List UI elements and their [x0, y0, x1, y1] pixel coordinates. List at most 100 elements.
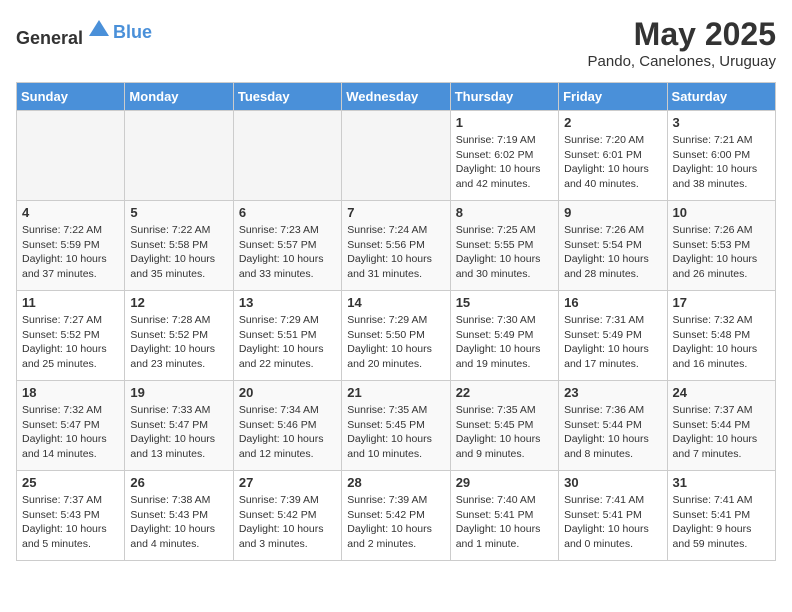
logo-text: General: [16, 16, 113, 49]
calendar-table: SundayMondayTuesdayWednesdayThursdayFrid…: [16, 82, 776, 561]
day-info: Sunrise: 7:39 AMSunset: 5:42 PMDaylight:…: [347, 493, 444, 552]
day-number: 28: [347, 475, 444, 490]
calendar-cell: 18Sunrise: 7:32 AMSunset: 5:47 PMDayligh…: [17, 381, 125, 471]
day-number: 21: [347, 385, 444, 400]
calendar-week-5: 25 Sunrise: 7:37 AMSunset: 5:43 PMDayligh…: [17, 471, 776, 561]
day-info: Sunrise: 7:22 AMSunset: 5:59 PMDaylight:…: [22, 223, 119, 282]
calendar-cell: 2 Sunrise: 7:20 AMSunset: 6:01 PMDaylight…: [559, 111, 667, 201]
logo-general: General: [16, 28, 83, 48]
day-number: 3: [673, 115, 770, 130]
calendar-cell: 10Sunrise: 7:26 AMSunset: 5:53 PMDayligh…: [667, 201, 775, 291]
calendar-week-3: 11Sunrise: 7:27 AMSunset: 5:52 PMDayligh…: [17, 291, 776, 381]
logo: General Blue: [16, 16, 152, 49]
day-number: 25: [22, 475, 119, 490]
day-header-tuesday: Tuesday: [233, 83, 341, 111]
day-number: 8: [456, 205, 553, 220]
calendar-cell: 24 Sunrise: 7:37 AMSunset: 5:44 PMDayligh…: [667, 381, 775, 471]
day-number: 19: [130, 385, 227, 400]
calendar-cell: 16 Sunrise: 7:31 AMSunset: 5:49 PMDayligh…: [559, 291, 667, 381]
calendar-week-1: 1Sunrise: 7:19 AMSunset: 6:02 PMDaylight…: [17, 111, 776, 201]
calendar-cell: [125, 111, 233, 201]
calendar-cell: 28 Sunrise: 7:39 AMSunset: 5:42 PMDayligh…: [342, 471, 450, 561]
calendar-cell: 5 Sunrise: 7:22 AMSunset: 5:58 PMDaylight…: [125, 201, 233, 291]
calendar-cell: 15 Sunrise: 7:30 AMSunset: 5:49 PMDayligh…: [450, 291, 558, 381]
calendar-cell: 7 Sunrise: 7:24 AMSunset: 5:56 PMDaylight…: [342, 201, 450, 291]
day-info: Sunrise: 7:29 AMSunset: 5:51 PMDaylight:…: [239, 313, 336, 372]
calendar-cell: 22 Sunrise: 7:35 AMSunset: 5:45 PMDayligh…: [450, 381, 558, 471]
day-header-monday: Monday: [125, 83, 233, 111]
day-info: Sunrise: 7:28 AMSunset: 5:52 PMDaylight:…: [130, 313, 227, 372]
day-info: Sunrise: 7:35 AMSunset: 5:45 PMDaylight:…: [456, 403, 553, 462]
day-number: 16: [564, 295, 661, 310]
day-number: 23: [564, 385, 661, 400]
day-info: Sunrise: 7:37 AMSunset: 5:44 PMDaylight:…: [673, 403, 770, 462]
calendar-cell: 13 Sunrise: 7:29 AMSunset: 5:51 PMDayligh…: [233, 291, 341, 381]
calendar-cell: 9Sunrise: 7:26 AMSunset: 5:54 PMDaylight…: [559, 201, 667, 291]
day-info: Sunrise: 7:40 AMSunset: 5:41 PMDaylight:…: [456, 493, 553, 552]
logo-blue-text: Blue: [113, 22, 152, 43]
calendar-cell: 1Sunrise: 7:19 AMSunset: 6:02 PMDaylight…: [450, 111, 558, 201]
month-year: May 2025: [588, 16, 776, 53]
day-info: Sunrise: 7:39 AMSunset: 5:42 PMDaylight:…: [239, 493, 336, 552]
calendar-cell: 12Sunrise: 7:28 AMSunset: 5:52 PMDayligh…: [125, 291, 233, 381]
day-number: 24: [673, 385, 770, 400]
day-number: 17: [673, 295, 770, 310]
calendar-cell: 27 Sunrise: 7:39 AMSunset: 5:42 PMDayligh…: [233, 471, 341, 561]
day-number: 5: [130, 205, 227, 220]
day-number: 7: [347, 205, 444, 220]
calendar-cell: 20 Sunrise: 7:34 AMSunset: 5:46 PMDayligh…: [233, 381, 341, 471]
day-info: Sunrise: 7:22 AMSunset: 5:58 PMDaylight:…: [130, 223, 227, 282]
day-number: 2: [564, 115, 661, 130]
day-number: 27: [239, 475, 336, 490]
page-header: General Blue May 2025 Pando, Canelones, …: [16, 16, 776, 70]
calendar-cell: 6Sunrise: 7:23 AMSunset: 5:57 PMDaylight…: [233, 201, 341, 291]
day-header-wednesday: Wednesday: [342, 83, 450, 111]
day-info: Sunrise: 7:29 AMSunset: 5:50 PMDaylight:…: [347, 313, 444, 372]
calendar-cell: 30 Sunrise: 7:41 AMSunset: 5:41 PMDayligh…: [559, 471, 667, 561]
day-number: 9: [564, 205, 661, 220]
calendar-cell: 4 Sunrise: 7:22 AMSunset: 5:59 PMDaylight…: [17, 201, 125, 291]
day-info: Sunrise: 7:30 AMSunset: 5:49 PMDaylight:…: [456, 313, 553, 372]
calendar-header-row: SundayMondayTuesdayWednesdayThursdayFrid…: [17, 83, 776, 111]
day-header-friday: Friday: [559, 83, 667, 111]
day-info: Sunrise: 7:24 AMSunset: 5:56 PMDaylight:…: [347, 223, 444, 282]
day-number: 31: [673, 475, 770, 490]
day-info: Sunrise: 7:41 AMSunset: 5:41 PMDaylight:…: [564, 493, 661, 552]
day-info: Sunrise: 7:35 AMSunset: 5:45 PMDaylight:…: [347, 403, 444, 462]
day-info: Sunrise: 7:32 AMSunset: 5:48 PMDaylight:…: [673, 313, 770, 372]
day-info: Sunrise: 7:31 AMSunset: 5:49 PMDaylight:…: [564, 313, 661, 372]
day-number: 11: [22, 295, 119, 310]
title-block: May 2025 Pando, Canelones, Uruguay: [588, 16, 776, 70]
day-number: 30: [564, 475, 661, 490]
calendar-cell: 29 Sunrise: 7:40 AMSunset: 5:41 PMDayligh…: [450, 471, 558, 561]
day-info: Sunrise: 7:34 AMSunset: 5:46 PMDaylight:…: [239, 403, 336, 462]
calendar-cell: [17, 111, 125, 201]
calendar-cell: [233, 111, 341, 201]
day-info: Sunrise: 7:25 AMSunset: 5:55 PMDaylight:…: [456, 223, 553, 282]
day-info: Sunrise: 7:38 AMSunset: 5:43 PMDaylight:…: [130, 493, 227, 552]
calendar-cell: 31Sunrise: 7:41 AMSunset: 5:41 PMDayligh…: [667, 471, 775, 561]
day-number: 13: [239, 295, 336, 310]
day-number: 4: [22, 205, 119, 220]
day-number: 14: [347, 295, 444, 310]
day-info: Sunrise: 7:26 AMSunset: 5:53 PMDaylight:…: [673, 223, 770, 282]
calendar-cell: 21 Sunrise: 7:35 AMSunset: 5:45 PMDayligh…: [342, 381, 450, 471]
calendar-cell: 25 Sunrise: 7:37 AMSunset: 5:43 PMDayligh…: [17, 471, 125, 561]
day-header-sunday: Sunday: [17, 83, 125, 111]
day-info: Sunrise: 7:20 AMSunset: 6:01 PMDaylight:…: [564, 133, 661, 192]
day-info: Sunrise: 7:33 AMSunset: 5:47 PMDaylight:…: [130, 403, 227, 462]
day-info: Sunrise: 7:21 AMSunset: 6:00 PMDaylight:…: [673, 133, 770, 192]
day-info: Sunrise: 7:36 AMSunset: 5:44 PMDaylight:…: [564, 403, 661, 462]
day-info: Sunrise: 7:32 AMSunset: 5:47 PMDaylight:…: [22, 403, 119, 462]
day-number: 26: [130, 475, 227, 490]
day-number: 22: [456, 385, 553, 400]
calendar-cell: 8 Sunrise: 7:25 AMSunset: 5:55 PMDaylight…: [450, 201, 558, 291]
calendar-cell: [342, 111, 450, 201]
calendar-week-4: 18Sunrise: 7:32 AMSunset: 5:47 PMDayligh…: [17, 381, 776, 471]
day-info: Sunrise: 7:37 AMSunset: 5:43 PMDaylight:…: [22, 493, 119, 552]
day-number: 20: [239, 385, 336, 400]
day-number: 15: [456, 295, 553, 310]
day-number: 29: [456, 475, 553, 490]
day-header-saturday: Saturday: [667, 83, 775, 111]
calendar-cell: 23 Sunrise: 7:36 AMSunset: 5:44 PMDayligh…: [559, 381, 667, 471]
